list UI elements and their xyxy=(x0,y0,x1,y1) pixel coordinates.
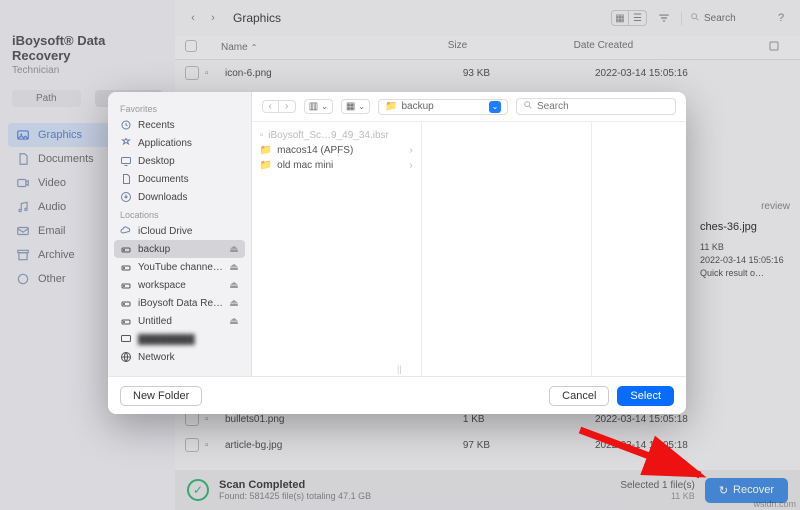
drive-icon xyxy=(120,243,132,255)
dialog-toolbar: ‹ › ▥⌄ ▦⌄ 📁 backup ⌄ xyxy=(252,92,686,122)
drive-icon xyxy=(120,261,132,273)
network-icon xyxy=(120,351,132,363)
dialog-column-view: ▫ iBoysoft_Sc…9_49_34.ibsr 📁 macos14 (AP… xyxy=(252,122,686,376)
dialog-location-redacted[interactable]: ████████ xyxy=(114,330,245,348)
dialog-favorite-applications[interactable]: Applications xyxy=(114,134,245,152)
icloud-icon xyxy=(120,225,132,237)
dialog-location-icloud[interactable]: iCloud Drive xyxy=(114,222,245,240)
select-button[interactable]: Select xyxy=(617,386,674,406)
eject-icon[interactable]: ⏏ xyxy=(229,262,238,273)
folder-icon: 📁 xyxy=(260,160,272,171)
watermark: wsidn.com xyxy=(753,499,796,509)
dialog-location-youtube[interactable]: YouTube channel ba… ⏏ xyxy=(114,258,245,276)
dialog-file-item[interactable]: ▫ iBoysoft_Sc…9_49_34.ibsr xyxy=(256,128,417,143)
dialog-favorite-desktop[interactable]: Desktop xyxy=(114,152,245,170)
display-icon xyxy=(120,333,132,345)
eject-icon[interactable]: ⏏ xyxy=(229,280,238,291)
dialog-location-workspace[interactable]: workspace ⏏ xyxy=(114,276,245,294)
chevron-right-icon: › xyxy=(409,160,412,171)
dialog-favorite-documents[interactable]: Documents xyxy=(114,170,245,188)
dialog-location-picker[interactable]: 📁 backup ⌄ xyxy=(378,99,508,115)
download-icon xyxy=(120,191,132,203)
columns-view-icon: ▥ xyxy=(309,101,318,112)
cancel-button[interactable]: Cancel xyxy=(549,386,609,406)
drive-icon xyxy=(120,279,132,291)
clock-icon xyxy=(120,119,132,131)
favorites-header: Favorites xyxy=(114,100,245,116)
dialog-location-untitled[interactable]: Untitled ⏏ xyxy=(114,312,245,330)
eject-icon[interactable]: ⏏ xyxy=(229,316,238,327)
column-resizer[interactable]: || xyxy=(397,364,402,374)
desktop-icon xyxy=(120,155,132,167)
dialog-nav-forward[interactable]: › xyxy=(279,101,295,112)
dialog-search-input[interactable] xyxy=(537,101,669,112)
folder-icon: 📁 xyxy=(260,145,272,156)
dialog-location-backup[interactable]: backup ⏏ xyxy=(114,240,245,258)
dialog-view-columns[interactable]: ▥⌄ xyxy=(304,99,333,114)
dialog-location-network[interactable]: Network xyxy=(114,348,245,366)
dialog-favorite-downloads[interactable]: Downloads xyxy=(114,188,245,206)
dialog-footer: New Folder Cancel Select xyxy=(108,376,686,414)
chevron-down-icon: ⌄ xyxy=(358,102,365,111)
open-dialog: Favorites Recents Applications Desktop D… xyxy=(108,92,686,414)
dialog-folder-item[interactable]: 📁 macos14 (APFS) › xyxy=(256,143,417,158)
eject-icon[interactable]: ⏏ xyxy=(229,244,238,255)
dialog-location-iboysoft[interactable]: iBoysoft Data Reco… ⏏ xyxy=(114,294,245,312)
dialog-group-menu[interactable]: ▦⌄ xyxy=(341,99,370,114)
search-icon xyxy=(523,100,533,113)
locations-header: Locations xyxy=(114,206,245,222)
dialog-favorite-recents[interactable]: Recents xyxy=(114,116,245,134)
eject-icon[interactable]: ⏏ xyxy=(229,298,238,309)
file-icon: ▫ xyxy=(260,130,264,141)
dialog-nav-back[interactable]: ‹ xyxy=(263,101,279,112)
drive-icon xyxy=(120,297,132,309)
location-dropdown-icon[interactable]: ⌄ xyxy=(489,101,501,113)
dialog-folder-item[interactable]: 📁 old mac mini › xyxy=(256,158,417,173)
chevron-down-icon: ⌄ xyxy=(321,102,328,111)
dialog-sidebar: Favorites Recents Applications Desktop D… xyxy=(108,92,252,376)
grid-icon: ▦ xyxy=(346,101,355,112)
folder-icon: 📁 xyxy=(385,101,397,112)
apps-icon xyxy=(120,137,132,149)
drive-icon xyxy=(120,315,132,327)
new-folder-button[interactable]: New Folder xyxy=(120,386,202,406)
doc-icon xyxy=(120,173,132,185)
chevron-right-icon: › xyxy=(409,145,412,156)
